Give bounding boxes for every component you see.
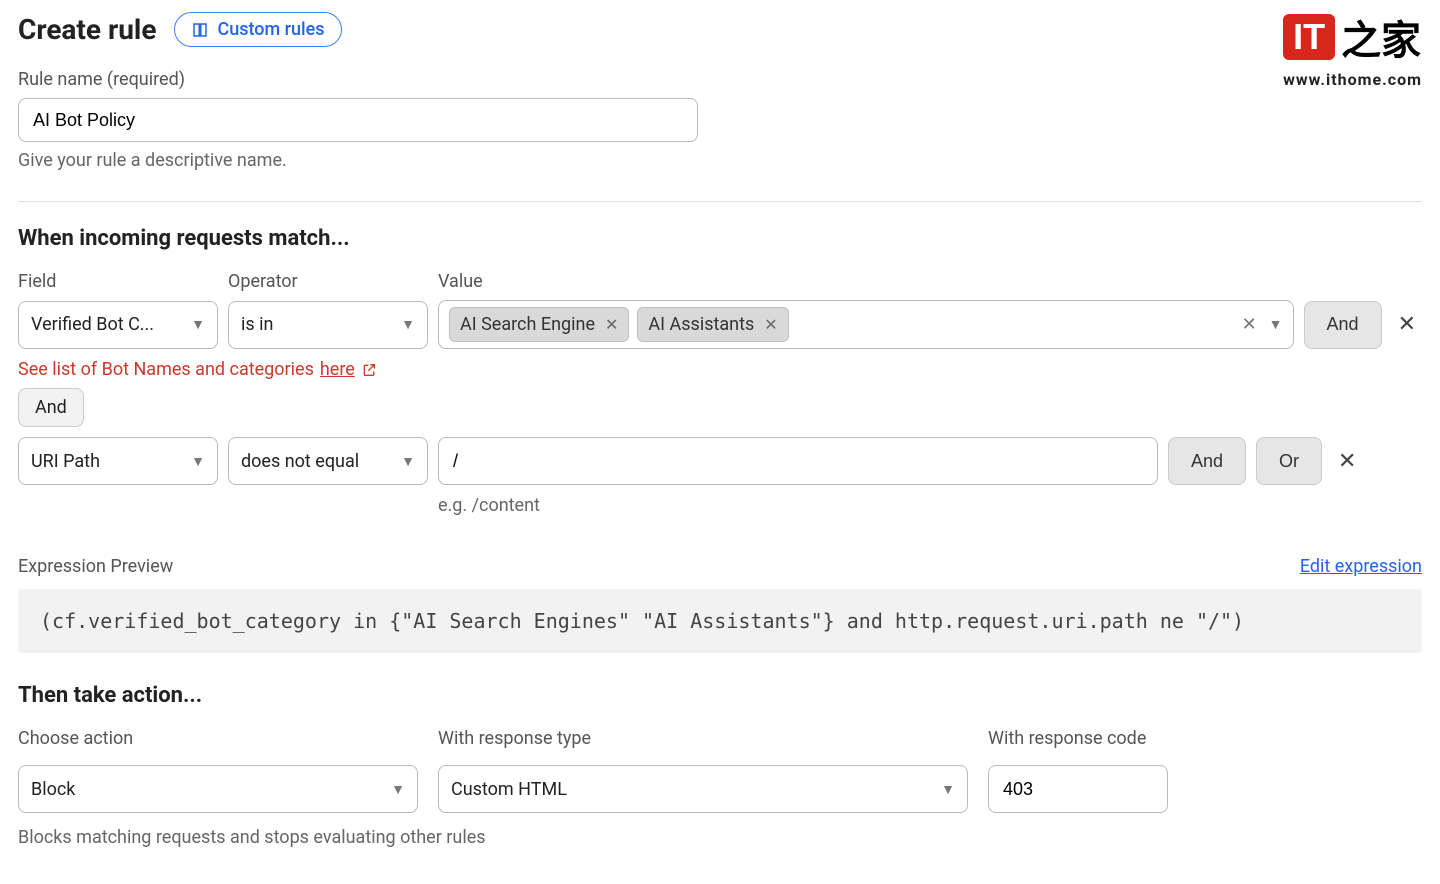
col-header-field: Field [18,271,218,292]
external-link-icon [361,362,377,378]
or-button[interactable]: Or [1256,437,1322,485]
remove-row-icon[interactable]: ✕ [1392,312,1422,337]
chip-label: AI Assistants [648,314,754,335]
chevron-down-icon[interactable]: ▼ [1269,316,1283,333]
connector: And [18,388,1422,427]
response-code-input[interactable] [988,765,1168,813]
choose-action-label: Choose action [18,728,418,749]
bot-note-link[interactable]: here [320,359,355,380]
field-select-value: URI Path [31,451,100,472]
field-select[interactable]: Verified Bot C... ▼ [18,301,218,349]
edit-expression-link[interactable]: Edit expression [1300,556,1422,577]
action-hint: Blocks matching requests and stops evalu… [18,827,1422,848]
watermark: IT 之家 www.ithome.com [1283,8,1422,89]
custom-rules-button[interactable]: Custom rules [174,12,341,47]
clear-all-icon[interactable]: ✕ [1242,314,1257,335]
col-header-operator: Operator [228,271,428,292]
value-multiselect[interactable]: AI Search Engine ✕ AI Assistants ✕ ✕ ▼ [438,300,1294,349]
chevron-down-icon: ▼ [391,781,405,798]
watermark-it: IT [1283,14,1335,60]
value-chip: AI Assistants ✕ [637,307,788,342]
response-type-select[interactable]: Custom HTML ▼ [438,765,968,813]
chevron-down-icon: ▼ [401,453,415,470]
connector-and[interactable]: And [18,388,84,427]
bot-note-prefix: See list of Bot Names and categories [18,359,314,380]
rule-name-label: Rule name (required) [18,69,1422,90]
rule-row: Verified Bot C... ▼ is in ▼ AI Search En… [18,300,1422,349]
chip-remove-icon[interactable]: ✕ [605,315,618,334]
custom-rules-label: Custom rules [217,19,324,40]
value-chip: AI Search Engine ✕ [449,307,629,342]
book-icon [191,21,209,39]
choose-action-value: Block [31,779,75,800]
value-hint: e.g. /content [438,495,1422,516]
and-button[interactable]: And [1304,301,1382,349]
match-section-title: When incoming requests match... [18,226,1422,251]
operator-select-value: is in [241,314,273,335]
operator-select-value: does not equal [241,451,359,472]
divider [18,201,1422,202]
action-section-title: Then take action... [18,683,1422,708]
rule-row: URI Path ▼ does not equal ▼ And Or ✕ [18,437,1422,485]
remove-row-icon[interactable]: ✕ [1332,449,1362,474]
page-title: Create rule [18,13,156,46]
col-header-value: Value [438,271,1422,292]
choose-action-select[interactable]: Block ▼ [18,765,418,813]
chip-remove-icon[interactable]: ✕ [764,315,777,334]
watermark-zh: 之家 [1341,8,1421,66]
field-select[interactable]: URI Path ▼ [18,437,218,485]
watermark-url: www.ithome.com [1283,70,1422,89]
chevron-down-icon: ▼ [191,453,205,470]
and-button[interactable]: And [1168,437,1246,485]
bot-names-note: See list of Bot Names and categories her… [18,359,1422,380]
response-type-label: With response type [438,728,968,749]
operator-select[interactable]: does not equal ▼ [228,437,428,485]
expression-preview-code: (cf.verified_bot_category in {"AI Search… [18,589,1422,653]
operator-select[interactable]: is in ▼ [228,301,428,349]
chevron-down-icon: ▼ [191,316,205,333]
response-code-label: With response code [988,728,1168,749]
chevron-down-icon: ▼ [941,781,955,798]
expression-preview-label: Expression Preview [18,556,173,577]
field-select-value: Verified Bot C... [31,314,154,335]
value-input[interactable] [438,437,1158,485]
rule-name-hint: Give your rule a descriptive name. [18,150,1422,171]
response-type-value: Custom HTML [451,779,567,800]
chip-label: AI Search Engine [460,314,595,335]
rule-name-input[interactable] [18,98,698,142]
chevron-down-icon: ▼ [401,316,415,333]
